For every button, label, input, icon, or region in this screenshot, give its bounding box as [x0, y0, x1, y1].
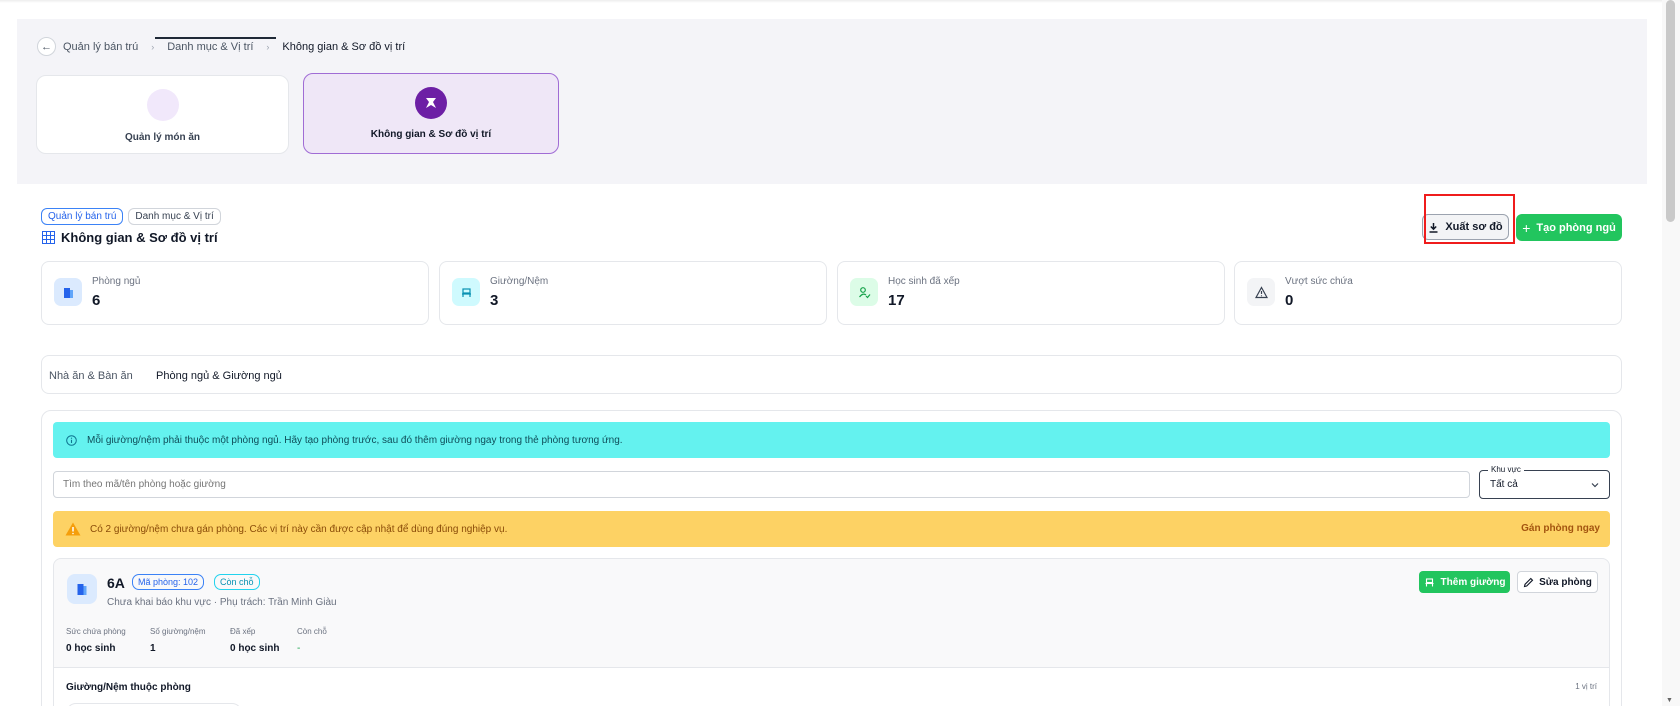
active-tab-indicator: [155, 37, 276, 39]
context-chips: Quản lý bán trú Danh mục & Vị trí: [41, 208, 221, 225]
scrollbar[interactable]: ▼: [1662, 0, 1680, 706]
module-label: Không gian & Sơ đồ vị trí: [370, 129, 492, 140]
metric-label: Số giường/nệm: [150, 627, 206, 636]
bed-icon: [452, 278, 480, 306]
back-arrow-icon[interactable]: ←: [37, 37, 56, 56]
breadcrumb-item-catalog[interactable]: Danh mục & Vị trí: [167, 41, 253, 53]
stat-label: Giường/Nệm: [490, 276, 549, 287]
metric-available: Còn chỗ -: [297, 627, 327, 654]
stat-card-beds: Giường/Nệm 3: [439, 261, 827, 325]
tab-dormitory[interactable]: Phòng ngủ & Giường ngủ: [156, 370, 282, 382]
add-bed-label: Thêm giường: [1440, 576, 1506, 588]
room-name: 6A: [107, 575, 125, 591]
area-select[interactable]: Khu vực Tất cả: [1479, 465, 1610, 499]
room-card: 6A Mã phòng: 102 Còn chỗ Chưa khai báo k…: [53, 558, 1610, 706]
stat-label: Vượt sức chứa: [1285, 276, 1353, 287]
module-card-dishes[interactable]: Quản lý món ăn: [36, 75, 289, 154]
room-description: Chưa khai báo khu vực · Phụ trách: Trần …: [107, 597, 337, 608]
create-label: Tạo phòng ngủ: [1536, 221, 1616, 234]
edit-room-label: Sửa phòng: [1539, 576, 1592, 588]
stat-label: Phòng ngủ: [92, 276, 141, 287]
metric-beds: Số giường/nệm 1: [150, 627, 206, 654]
create-room-button[interactable]: + Tạo phòng ngủ: [1516, 214, 1622, 241]
stat-card-over-capacity: Vượt sức chứa 0: [1234, 261, 1622, 325]
metric-value: 0 học sinh: [230, 643, 280, 654]
bed-icon: [1425, 577, 1434, 586]
metric-assigned: Đã xếp 0 học sinh: [230, 627, 279, 654]
warning-icon: [65, 522, 81, 536]
chip-boarding[interactable]: Quản lý bán trú: [41, 208, 124, 225]
stat-label: Học sinh đã xếp: [888, 276, 960, 287]
warning-text: Có 2 giường/nệm chưa gán phòng. Các vị t…: [90, 523, 508, 535]
warning-triangle-icon: [1247, 278, 1275, 306]
room-status-badge: Còn chỗ: [214, 574, 260, 590]
highlight-annotation: [1424, 194, 1515, 244]
door-icon: [67, 574, 97, 604]
page-title: Không gian & Sơ đồ vị trí: [42, 230, 218, 245]
module-card-space-layout[interactable]: Không gian & Sơ đồ vị trí: [303, 73, 559, 154]
stat-card-rooms: Phòng ngủ 6: [41, 261, 429, 325]
stat-card-assigned-students: Học sinh đã xếp 17: [837, 261, 1225, 325]
module-label: Quản lý món ăn: [124, 132, 200, 143]
room-code-badge: Mã phòng: 102: [132, 574, 205, 590]
scroll-down-arrow-icon[interactable]: ▼: [1666, 697, 1673, 704]
room-beds-section: Giường/Nệm thuộc phòng 1 vị trí: [54, 667, 1609, 706]
metric-label: Đã xếp: [230, 627, 256, 636]
metric-value: 0 học sinh: [66, 643, 116, 654]
metric-value: 1: [150, 643, 156, 654]
area-select-legend: Khu vực: [1488, 465, 1524, 474]
layout-module-icon: [415, 87, 447, 119]
tab-bar: Nhà ăn & Bàn ăn Phòng ngủ & Giường ngủ: [41, 355, 1622, 394]
info-text: Mỗi giường/nệm phải thuộc một phòng ngủ.…: [87, 434, 623, 446]
stat-value: 17: [888, 292, 905, 309]
area-select-value: Tất cả: [1490, 479, 1518, 490]
info-banner: Mỗi giường/nệm phải thuộc một phòng ngủ.…: [53, 422, 1610, 458]
top-shadow: [0, 0, 1662, 3]
chip-catalog[interactable]: Danh mục & Vị trí: [128, 208, 221, 225]
metric-label: Sức chứa phòng: [66, 627, 126, 636]
beds-section-count: 1 vị trí: [1575, 682, 1597, 691]
stat-value: 3: [490, 292, 499, 309]
search-input[interactable]: [53, 471, 1470, 498]
stat-value: 6: [92, 292, 101, 309]
breadcrumb-item-current: Không gian & Sơ đồ vị trí: [282, 40, 406, 53]
pencil-icon: [1523, 577, 1534, 587]
breadcrumb-item-boarding[interactable]: Quản lý bán trú: [63, 41, 138, 53]
grid-icon: [42, 231, 55, 244]
user-check-icon: [850, 278, 878, 306]
warning-banner: Có 2 giường/nệm chưa gán phòng. Các vị t…: [53, 511, 1610, 547]
breadcrumb: ← Quản lý bán trú › Danh mục & Vị trí › …: [37, 37, 405, 56]
add-bed-button[interactable]: Thêm giường: [1419, 571, 1510, 593]
breadcrumb-separator: ›: [266, 41, 270, 52]
edit-room-button[interactable]: Sửa phòng: [1517, 571, 1598, 593]
chevron-down-icon: [1591, 483, 1599, 488]
info-icon: [66, 434, 77, 446]
beds-section-title: Giường/Nệm thuộc phòng: [66, 682, 191, 693]
breadcrumb-separator: ›: [151, 41, 155, 52]
metric-label: Còn chỗ: [297, 627, 327, 636]
dish-module-icon: [146, 89, 179, 121]
page-title-text: Không gian & Sơ đồ vị trí: [61, 230, 218, 245]
page: ← Quản lý bán trú › Danh mục & Vị trí › …: [0, 0, 1680, 706]
door-icon: [54, 278, 82, 306]
stat-value: 0: [1285, 292, 1294, 309]
assign-room-link[interactable]: Gán phòng ngay: [1521, 523, 1600, 534]
metric-value: -: [297, 643, 301, 654]
scrollbar-thumb[interactable]: [1666, 0, 1675, 222]
tab-dining[interactable]: Nhà ăn & Bàn ăn: [49, 370, 133, 382]
metric-capacity: Sức chứa phòng 0 học sinh: [66, 627, 126, 654]
plus-icon: +: [1522, 219, 1531, 236]
